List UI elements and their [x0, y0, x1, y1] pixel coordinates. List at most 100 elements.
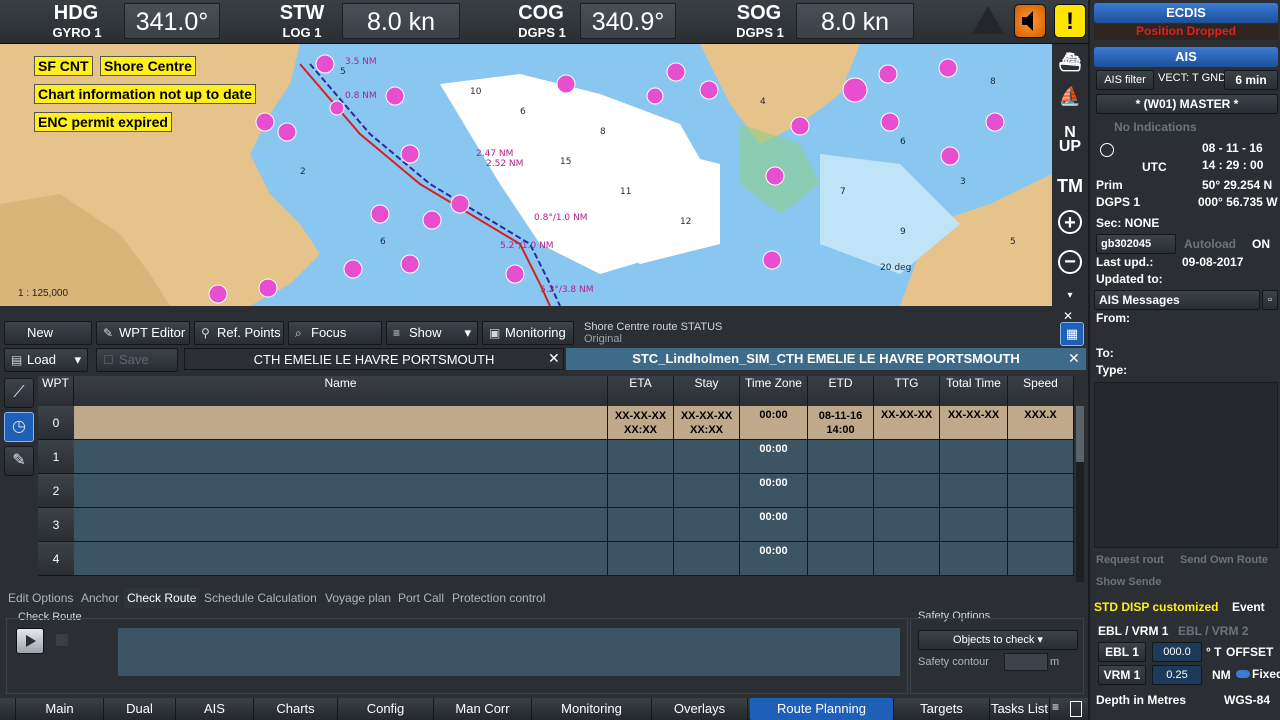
- new-button[interactable]: New: [4, 321, 92, 345]
- etd-cell[interactable]: [808, 474, 874, 507]
- send-own-route-button[interactable]: Send Own Route: [1180, 554, 1268, 566]
- play-button[interactable]: [16, 628, 44, 654]
- speed-cell[interactable]: [1008, 440, 1074, 473]
- popout-icon[interactable]: ▫: [1262, 290, 1278, 310]
- etd-cell[interactable]: 08-11-16 14:00: [808, 406, 874, 439]
- scrollbar-thumb[interactable]: [1076, 406, 1084, 462]
- ebl-vrm-2-tab[interactable]: EBL / VRM 2: [1178, 624, 1248, 638]
- timezone-cell[interactable]: 00:00: [740, 542, 808, 575]
- tab-charts[interactable]: Charts: [254, 698, 338, 720]
- zoom-in-icon[interactable]: +: [1058, 210, 1082, 234]
- master-select[interactable]: * (W01) MASTER *: [1096, 94, 1278, 114]
- fixed-toggle[interactable]: [1236, 670, 1250, 678]
- offset-button[interactable]: OFFSET: [1226, 645, 1273, 659]
- save-button[interactable]: ☐ Save: [96, 348, 178, 372]
- etd-cell[interactable]: [808, 542, 874, 575]
- stay-cell[interactable]: [674, 440, 740, 473]
- tab-ais[interactable]: AIS: [176, 698, 254, 720]
- name-cell[interactable]: [74, 508, 608, 541]
- tab-main[interactable]: Main: [16, 698, 104, 720]
- eta-cell[interactable]: [608, 542, 674, 575]
- panel-toggle-icon[interactable]: [1070, 701, 1082, 717]
- nautical-chart[interactable]: 5 10 6 8 11 12 4 7 9362 8 5 6 15 2.47 NM 2.52 NM …: [0, 44, 1052, 306]
- name-cell[interactable]: [74, 474, 608, 507]
- tab-overlays[interactable]: Overlays: [652, 698, 748, 720]
- timezone-cell[interactable]: 00:00: [740, 474, 808, 507]
- tab-targets[interactable]: Targets: [894, 698, 990, 720]
- chevron-down-icon[interactable]: ▾: [1056, 290, 1084, 302]
- tab-schedule-calculation[interactable]: Schedule Calculation: [204, 588, 317, 608]
- name-cell[interactable]: [74, 440, 608, 473]
- alarm-button[interactable]: !: [1054, 4, 1086, 38]
- ebl-vrm-1-tab[interactable]: EBL / VRM 1: [1098, 624, 1168, 638]
- eta-cell[interactable]: [608, 440, 674, 473]
- table-scrollbar[interactable]: [1076, 406, 1084, 582]
- mute-button[interactable]: [1014, 4, 1046, 38]
- north-up-button[interactable]: N UP: [1056, 125, 1084, 155]
- speed-cell[interactable]: [1008, 474, 1074, 507]
- route-edit-icon[interactable]: ⟋: [4, 378, 34, 408]
- timezone-cell[interactable]: 00:00: [740, 440, 808, 473]
- route-tab-2[interactable]: STC_Lindholmen_SIM_CTH EMELIE LE HAVRE P…: [566, 348, 1086, 370]
- tab-dual[interactable]: Dual: [104, 698, 176, 720]
- ais-messages-select[interactable]: AIS Messages: [1094, 290, 1260, 310]
- vect-time-select[interactable]: 6 min: [1224, 70, 1278, 90]
- event-button[interactable]: Event: [1232, 600, 1265, 614]
- table-row[interactable]: 00:00: [74, 474, 1074, 508]
- ref-points-button[interactable]: ⚲ Ref. Points: [194, 321, 284, 345]
- table-row[interactable]: 00:00: [74, 508, 1074, 542]
- objects-to-check-dropdown[interactable]: Objects to check ▾: [918, 630, 1078, 650]
- tab-config[interactable]: Config: [338, 698, 434, 720]
- clock-schedule-icon[interactable]: ◷: [4, 412, 34, 442]
- tab-monitoring[interactable]: Monitoring: [532, 698, 652, 720]
- own-ship-button[interactable]: ⛴: [1056, 52, 1084, 80]
- close-tab-icon[interactable]: ✕: [1068, 350, 1080, 367]
- tab-man-corr[interactable]: Man Corr: [434, 698, 532, 720]
- tab-port-call[interactable]: Port Call: [398, 588, 444, 608]
- table-row[interactable]: 00:00: [74, 542, 1074, 576]
- zoom-out-icon[interactable]: −: [1058, 250, 1082, 274]
- timezone-cell[interactable]: 00:00: [740, 508, 808, 541]
- name-cell[interactable]: [74, 406, 608, 439]
- stay-cell[interactable]: [674, 542, 740, 575]
- stop-icon[interactable]: [56, 634, 68, 646]
- tab-edit-options[interactable]: Edit Options: [8, 588, 73, 608]
- ebl1-input[interactable]: 000.0: [1152, 642, 1202, 662]
- safety-contour-input[interactable]: [1004, 653, 1048, 671]
- vrm1-input[interactable]: 0.25: [1152, 665, 1202, 685]
- table-view-icon[interactable]: ▦: [1060, 322, 1084, 346]
- eta-cell[interactable]: [608, 474, 674, 507]
- speed-cell[interactable]: [1008, 542, 1074, 575]
- tab-tasks-list[interactable]: Tasks List: [990, 698, 1050, 720]
- route-tab-1[interactable]: CTH EMELIE LE HAVRE PORTSMOUTH: [184, 348, 564, 370]
- tab-anchor[interactable]: Anchor: [81, 588, 119, 608]
- stay-cell[interactable]: [674, 508, 740, 541]
- speed-cell[interactable]: [1008, 508, 1074, 541]
- table-row[interactable]: XX-XX-XX XX:XX XX-XX-XX XX:XX 00:00 08-1…: [74, 406, 1074, 440]
- menu-icon[interactable]: ≡: [1052, 700, 1059, 714]
- tab-voyage-plan[interactable]: Voyage plan: [325, 588, 391, 608]
- tab-check-route[interactable]: Check Route: [124, 588, 200, 608]
- vrm1-button[interactable]: VRM 1: [1098, 665, 1146, 685]
- ais-message-list[interactable]: [1094, 382, 1278, 548]
- load-dropdown[interactable]: ▤ Load ▾: [4, 348, 88, 372]
- tab-protection-control[interactable]: Protection control: [452, 588, 545, 608]
- pencil-icon[interactable]: ✎: [4, 446, 34, 476]
- request-route-button[interactable]: Request rout: [1096, 554, 1164, 566]
- focus-button[interactable]: ⌕ Focus: [288, 321, 382, 345]
- wpt-editor-button[interactable]: ✎ WPT Editor: [96, 321, 190, 345]
- ais-filter-button[interactable]: AIS filter: [1096, 70, 1154, 90]
- eta-cell[interactable]: XX-XX-XX XX:XX: [608, 406, 674, 439]
- tm-button[interactable]: TM: [1056, 172, 1084, 200]
- stay-cell[interactable]: XX-XX-XX XX:XX: [674, 406, 740, 439]
- center-ship-button[interactable]: ⛵: [1056, 86, 1084, 114]
- close-tab-icon[interactable]: ✕: [548, 350, 560, 367]
- table-row[interactable]: 00:00: [74, 440, 1074, 474]
- name-cell[interactable]: [74, 542, 608, 575]
- speed-cell[interactable]: XXX.X: [1008, 406, 1074, 439]
- tab-route-planning[interactable]: Route Planning: [750, 698, 894, 720]
- eta-cell[interactable]: [608, 508, 674, 541]
- close-icon[interactable]: ✕: [1063, 309, 1073, 323]
- show-sender-button[interactable]: Show Sende: [1096, 576, 1161, 588]
- monitoring-button[interactable]: ▣ Monitoring: [482, 321, 574, 345]
